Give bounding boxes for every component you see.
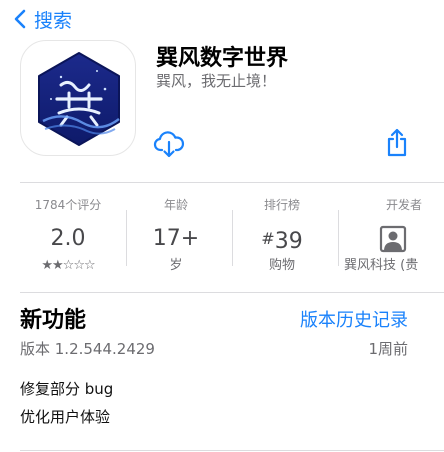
release-note: 优化用户体验 <box>20 408 111 426</box>
star-filled-icon: ★ <box>41 258 53 273</box>
info-stats-row: 1784个评分 2.0 ★★☆☆☆ 年龄 17+ 岁 排行榜 #39 购物 开发… <box>0 196 444 280</box>
back-label: 搜索 <box>34 9 73 32</box>
back-button[interactable]: 搜索 <box>10 4 72 34</box>
age-header: 年龄 <box>163 198 188 212</box>
divider <box>20 182 444 183</box>
release-note: 修复部分 bug <box>20 380 114 398</box>
stat-ratings[interactable]: 1784个评分 2.0 ★★☆☆☆ <box>20 196 116 280</box>
divider <box>338 210 339 266</box>
age-footer: 岁 <box>169 258 183 273</box>
star-empty-icon: ☆ <box>62 258 75 273</box>
developer-name: 巽风科技 (贵 <box>344 258 419 273</box>
ratings-count: 1784个评分 <box>34 198 102 212</box>
stat-chart[interactable]: 排行榜 #39 购物 <box>232 196 332 280</box>
release-time: 1周前 <box>368 340 408 358</box>
chart-header: 排行榜 <box>263 198 300 212</box>
version-label: 版本 1.2.544.2429 <box>20 340 155 358</box>
chart-rank: #39 <box>232 222 332 256</box>
chart-hash: # <box>261 229 275 248</box>
rating-value: 2.0 <box>50 226 86 251</box>
cloud-download-icon[interactable] <box>153 130 185 158</box>
stat-age[interactable]: 年龄 17+ 岁 <box>126 196 226 280</box>
version-history-link[interactable]: 版本历史记录 <box>300 306 408 332</box>
chart-rank-value: 39 <box>274 229 303 254</box>
age-value: 17+ <box>152 226 200 251</box>
divider <box>20 450 444 451</box>
star-filled-icon: ★ <box>52 258 64 273</box>
star-empty-icon: ☆ <box>83 258 96 273</box>
whats-new-title: 新功能 <box>20 308 87 333</box>
star-rating: ★★☆☆☆ <box>20 256 116 276</box>
app-subtitle: 巽风，我无止境！ <box>156 72 277 90</box>
chart-category: 购物 <box>268 258 295 273</box>
star-empty-icon: ☆ <box>73 258 85 273</box>
developer-header: 开发者 <box>385 198 422 212</box>
app-title: 巽风数字世界 <box>156 46 289 71</box>
share-icon[interactable] <box>385 128 409 158</box>
divider <box>20 292 444 293</box>
chevron-left-icon <box>10 8 32 30</box>
app-icon <box>20 40 136 156</box>
stat-developer[interactable]: 开发者 巽风科技 (贵 <box>342 196 444 280</box>
person-icon <box>378 224 408 254</box>
